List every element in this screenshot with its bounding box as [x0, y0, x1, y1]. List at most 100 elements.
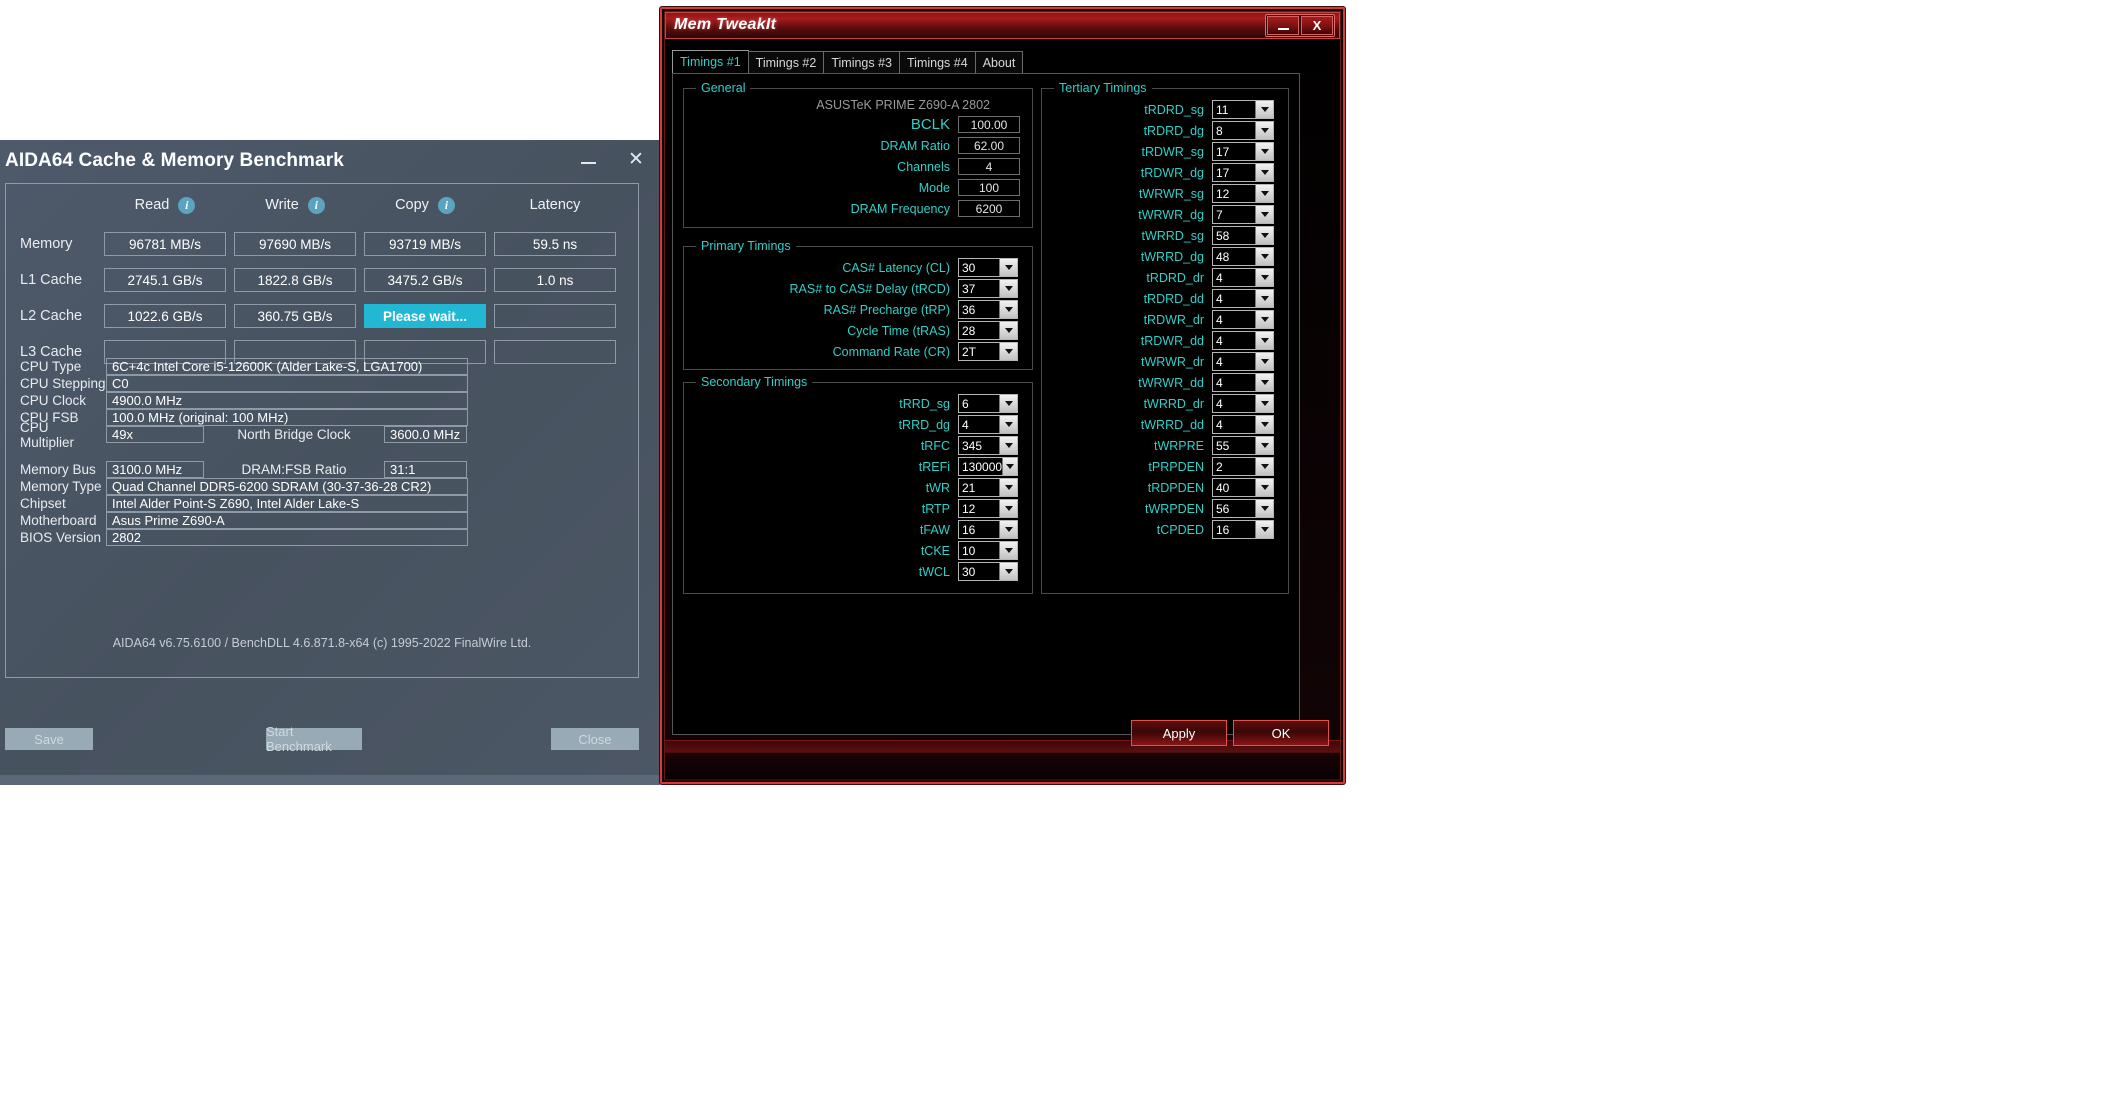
label-twrpden: tWRPDEN: [1144, 501, 1204, 516]
label-twrrd-sg: tWRRD_sg: [1141, 228, 1204, 243]
chevron-down-icon[interactable]: [1256, 101, 1273, 118]
label-dram-fsb-ratio: DRAM:FSB Ratio: [241, 462, 347, 477]
apply-button[interactable]: Apply: [1131, 720, 1227, 746]
chevron-down-icon[interactable]: [1000, 280, 1017, 297]
tab-timings-3[interactable]: Timings #3: [823, 51, 901, 73]
start-benchmark-button[interactable]: Start Benchmark: [266, 724, 362, 754]
combo-twrwr-sg[interactable]: 12: [1212, 184, 1274, 203]
combo-cas-latency[interactable]: 30: [958, 258, 1018, 277]
field-trfc: tRFC 345: [684, 435, 1032, 456]
combo-trdrd-dd[interactable]: 4: [1212, 289, 1274, 308]
chevron-down-icon[interactable]: [1256, 185, 1273, 202]
close-icon[interactable]: ✕: [618, 142, 654, 176]
close-icon[interactable]: X: [1301, 16, 1333, 35]
close-button[interactable]: Close: [551, 728, 639, 750]
chevron-down-icon[interactable]: [1000, 259, 1017, 276]
combo-tcke[interactable]: 10: [958, 541, 1018, 560]
combo-trdrd-sg-value: 11: [1213, 101, 1256, 118]
chevron-down-icon[interactable]: [1000, 542, 1017, 559]
chevron-down-icon[interactable]: [1000, 322, 1017, 339]
tab-about[interactable]: About: [974, 51, 1024, 73]
chevron-down-icon[interactable]: [1256, 437, 1273, 454]
combo-twrpden[interactable]: 56: [1212, 499, 1274, 518]
chevron-down-icon[interactable]: [1000, 343, 1017, 360]
chevron-down-icon[interactable]: [1256, 206, 1273, 223]
combo-twrwr-dr[interactable]: 4: [1212, 352, 1274, 371]
info-icon[interactable]: i: [437, 196, 455, 214]
chevron-down-icon[interactable]: [1000, 437, 1017, 454]
chevron-down-icon[interactable]: [1256, 122, 1273, 139]
label-twrwr-dg: tWRWR_dg: [1138, 207, 1204, 222]
info-icon[interactable]: i: [307, 196, 325, 214]
chevron-down-icon[interactable]: [1256, 248, 1273, 265]
tab-timings-4[interactable]: Timings #4: [899, 51, 976, 73]
chevron-down-icon[interactable]: [1000, 479, 1017, 496]
chevron-down-icon[interactable]: [1000, 301, 1017, 318]
chevron-down-icon[interactable]: [1000, 500, 1017, 517]
ok-button[interactable]: OK: [1233, 720, 1329, 746]
combo-trdwr-dd[interactable]: 4: [1212, 331, 1274, 350]
chevron-down-icon[interactable]: [1256, 164, 1273, 181]
combo-tras[interactable]: 28: [958, 321, 1018, 340]
chevron-down-icon[interactable]: [1000, 395, 1017, 412]
combo-command-rate[interactable]: 2T: [958, 342, 1018, 361]
combo-trp[interactable]: 36: [958, 300, 1018, 319]
chevron-down-icon[interactable]: [1256, 290, 1273, 307]
minimize-icon[interactable]: [570, 142, 606, 176]
chevron-down-icon[interactable]: [1256, 227, 1273, 244]
combo-trdrd-dg[interactable]: 8: [1212, 121, 1274, 140]
combo-tprpden[interactable]: 2: [1212, 457, 1274, 476]
combo-tfaw[interactable]: 16: [958, 520, 1018, 539]
tab-timings-2[interactable]: Timings #2: [747, 51, 825, 73]
combo-trdrd-dr[interactable]: 4: [1212, 268, 1274, 287]
chevron-down-icon[interactable]: [1000, 563, 1017, 580]
combo-trdwr-sg[interactable]: 17: [1212, 142, 1274, 161]
row-label-l1-cache: L1 Cache: [20, 272, 83, 288]
combo-trdrd-sg[interactable]: 11: [1212, 100, 1274, 119]
column-header-read-label: Read: [134, 197, 170, 213]
combo-trdwr-dg[interactable]: 17: [1212, 163, 1274, 182]
combo-trdpden[interactable]: 40: [1212, 478, 1274, 497]
combo-twrpre[interactable]: 55: [1212, 436, 1274, 455]
combo-twrrd-sg[interactable]: 58: [1212, 226, 1274, 245]
chevron-down-icon[interactable]: [1256, 395, 1273, 412]
combo-trdwr-dr[interactable]: 4: [1212, 310, 1274, 329]
info-row-cpu-type: CPU Type 6C+4c Intel Core i5-12600K (Ald…: [6, 358, 638, 375]
chevron-down-icon[interactable]: [1256, 269, 1273, 286]
combo-twr[interactable]: 21: [958, 478, 1018, 497]
chevron-down-icon[interactable]: [1256, 374, 1273, 391]
chevron-down-icon[interactable]: [1256, 500, 1273, 517]
primary-timings-section: Primary Timings CAS# Latency (CL) 30 RAS…: [683, 239, 1033, 370]
chevron-down-icon[interactable]: [1256, 521, 1273, 538]
combo-trefi[interactable]: 130000: [958, 457, 1018, 476]
chevron-down-icon[interactable]: [1256, 458, 1273, 475]
combo-twrrd-dd[interactable]: 4: [1212, 415, 1274, 434]
tab-timings-1[interactable]: Timings #1: [672, 50, 749, 73]
combo-twrwr-dg[interactable]: 7: [1212, 205, 1274, 224]
chevron-down-icon[interactable]: [1256, 479, 1273, 496]
chevron-down-icon[interactable]: [1256, 143, 1273, 160]
chevron-down-icon[interactable]: [1003, 458, 1017, 475]
info-icon[interactable]: i: [178, 196, 196, 214]
combo-twrwr-dd[interactable]: 4: [1212, 373, 1274, 392]
field-trdwr-dd: tRDWR_dd 4: [1042, 330, 1288, 351]
combo-trrd-dg[interactable]: 4: [958, 415, 1018, 434]
combo-twcl[interactable]: 30: [958, 562, 1018, 581]
chevron-down-icon[interactable]: [1256, 332, 1273, 349]
combo-twrrd-dr[interactable]: 4: [1212, 394, 1274, 413]
chevron-down-icon[interactable]: [1256, 353, 1273, 370]
save-button[interactable]: Save: [5, 728, 93, 750]
minimize-icon[interactable]: [1267, 16, 1299, 35]
combo-trcd[interactable]: 37: [958, 279, 1018, 298]
label-trdpden: tRDPDEN: [1147, 480, 1204, 495]
combo-twrrd-dg[interactable]: 48: [1212, 247, 1274, 266]
combo-tcpded[interactable]: 16: [1212, 520, 1274, 539]
combo-trfc[interactable]: 345: [958, 436, 1018, 455]
chevron-down-icon[interactable]: [1000, 521, 1017, 538]
combo-trrd-sg[interactable]: 6: [958, 394, 1018, 413]
chevron-down-icon[interactable]: [1256, 416, 1273, 433]
chevron-down-icon[interactable]: [1256, 311, 1273, 328]
combo-trtp[interactable]: 12: [958, 499, 1018, 518]
chevron-down-icon[interactable]: [1000, 416, 1017, 433]
benchmark-table: Read i Write i Copy i Latency Memory 967…: [6, 184, 638, 370]
